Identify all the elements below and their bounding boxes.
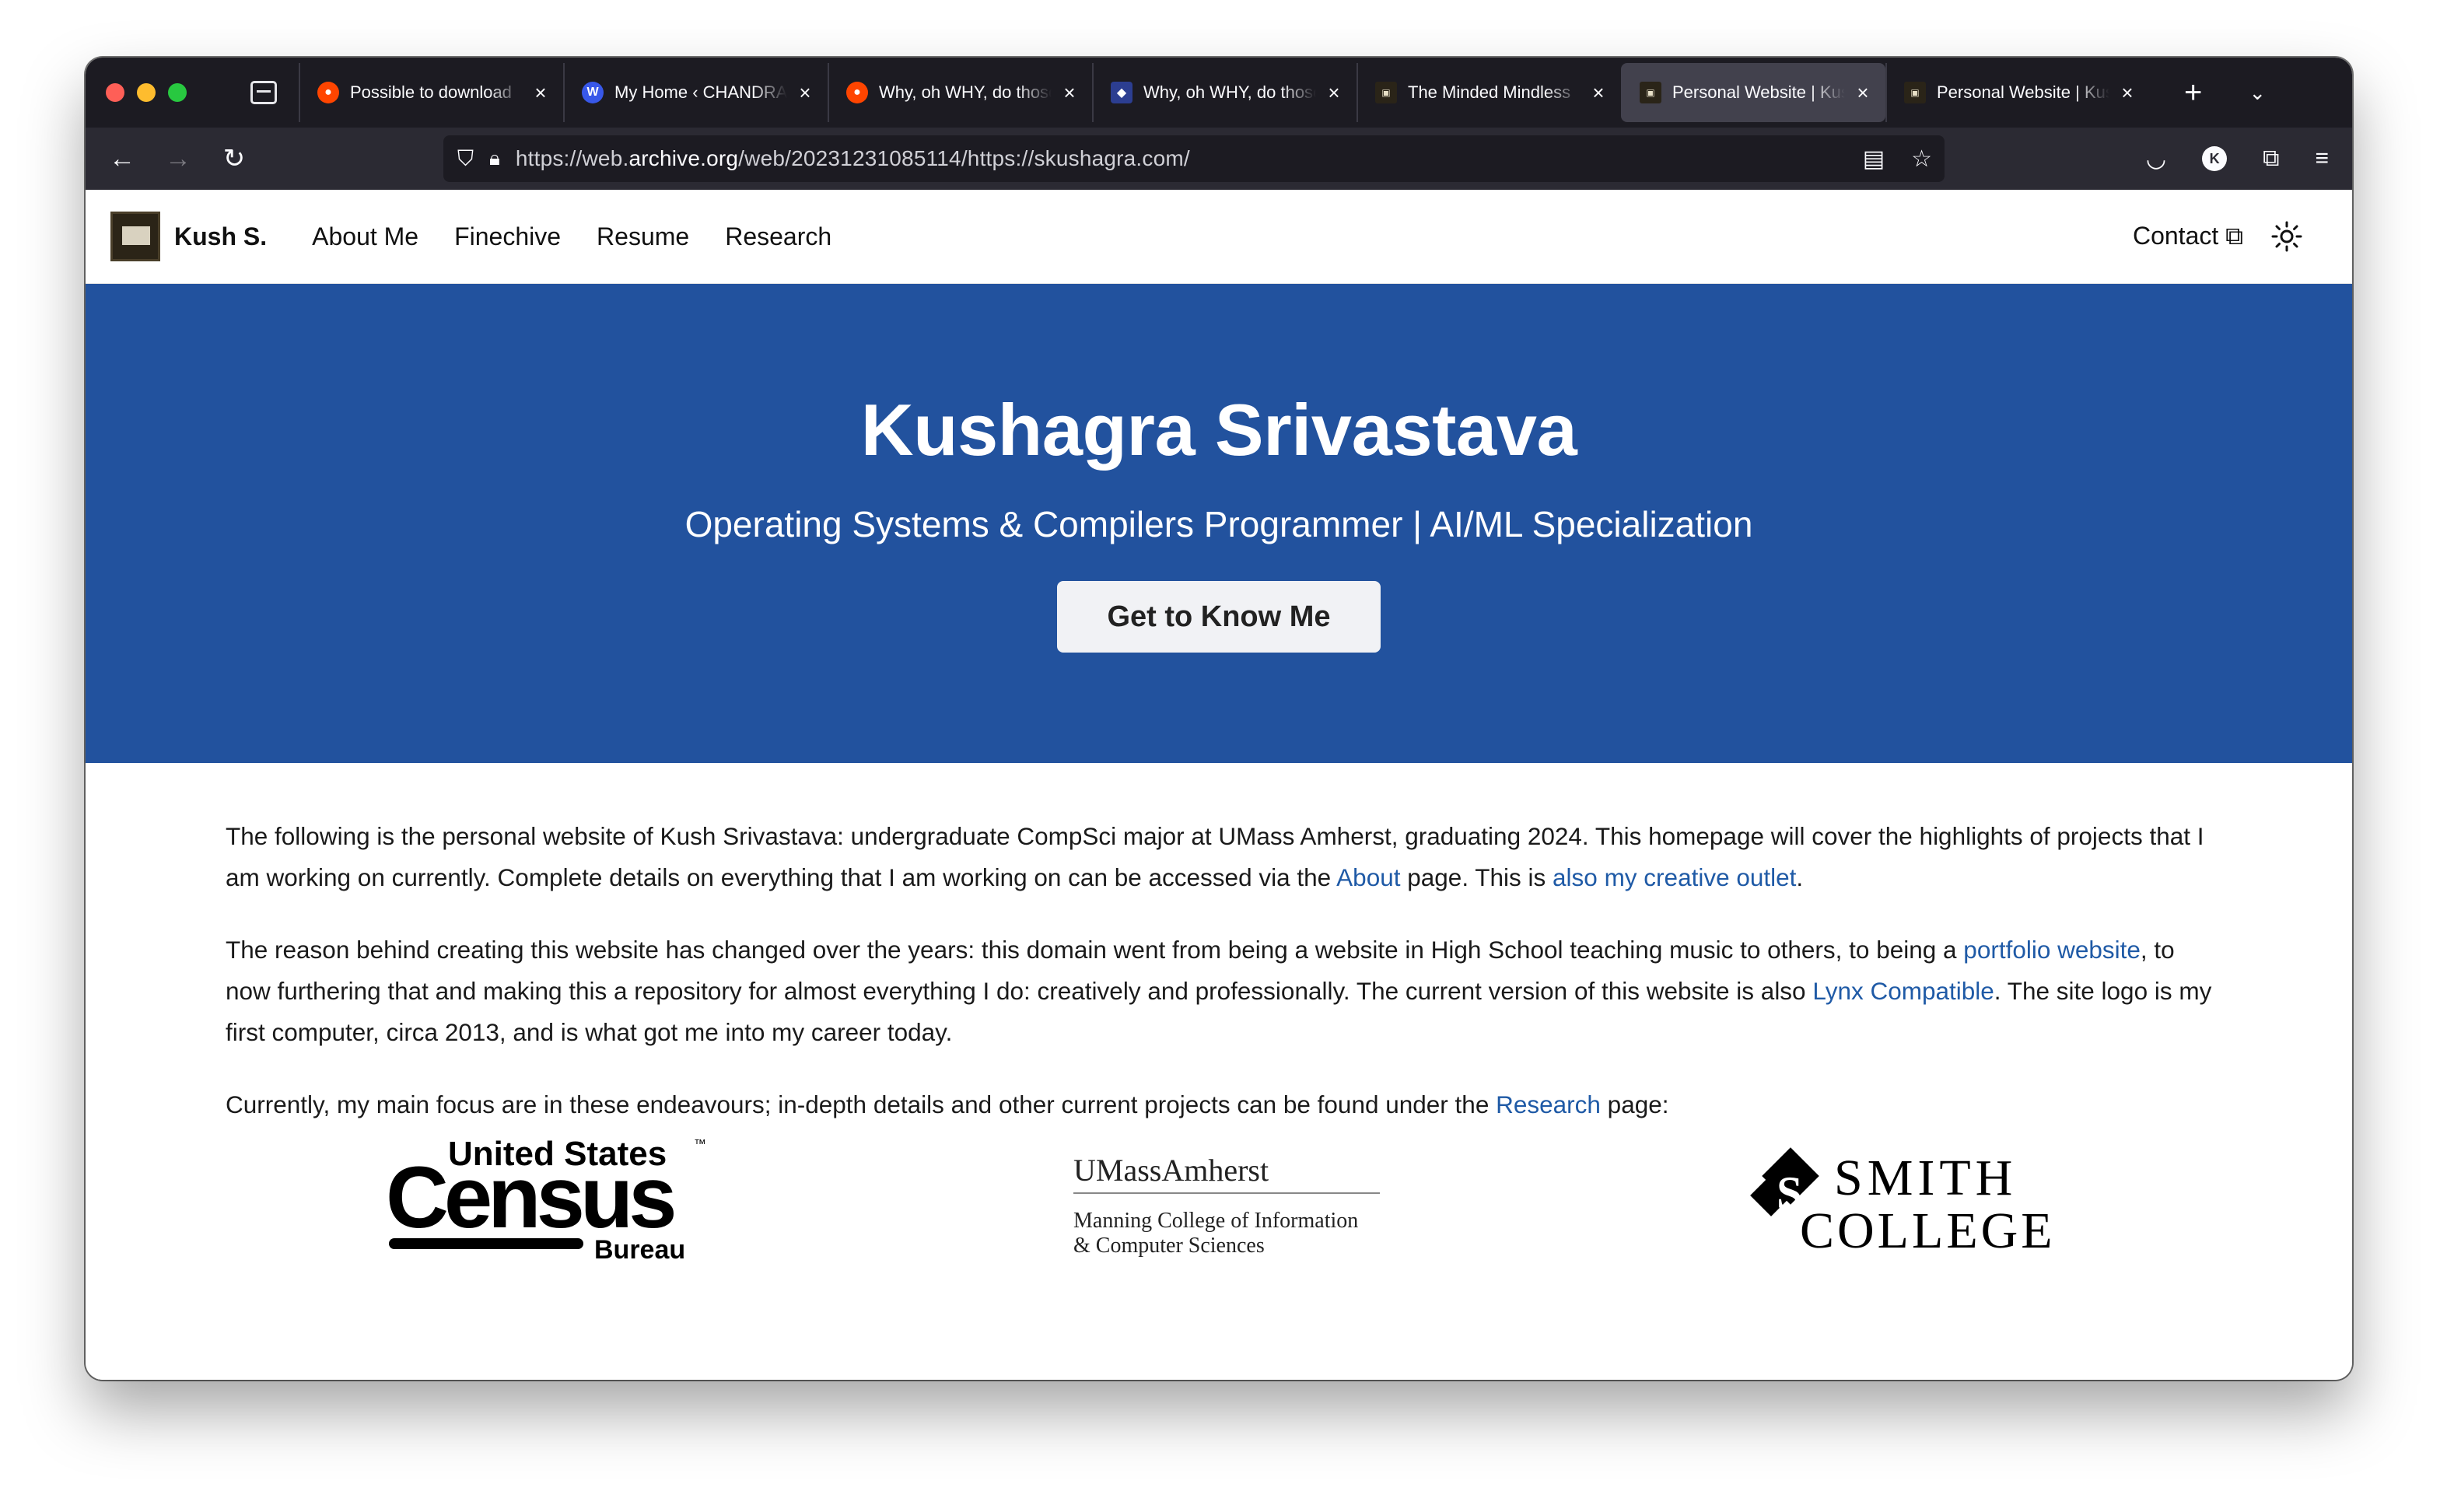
computer-icon: ▣ (1904, 82, 1926, 103)
forward-icon[interactable]: → (159, 144, 198, 174)
browser-window: ● Possible to download × W My Home ‹ CHA… (86, 58, 2352, 1380)
menu-item-finechive[interactable]: Finechive (454, 222, 561, 251)
shield-icon[interactable]: ⛉ (457, 146, 474, 172)
tab[interactable]: ▣ The Minded Mindless × (1357, 63, 1621, 122)
umass-line2-text: & Computer Sciences (1073, 1234, 1265, 1258)
focus-paragraph: Currently, my main focus are in these en… (226, 1090, 1669, 1118)
window-controls (106, 83, 187, 102)
tab[interactable]: ● Possible to download × (299, 63, 563, 122)
close-tab-icon[interactable]: × (530, 81, 551, 105)
lock-icon[interactable]: 🔒︎ (489, 146, 500, 171)
get-to-know-me-button[interactable]: Get to Know Me (1057, 581, 1381, 653)
menu-item-research[interactable]: Research (725, 222, 831, 251)
tab-active[interactable]: ▣ Personal Website | Kush × (1621, 63, 1885, 122)
account-avatar[interactable]: K (2202, 146, 2228, 171)
census-bureau-logo[interactable]: United States ™ Census Bureau (386, 1131, 712, 1271)
web-page: Kush S. About Me Finechive Resume Resear… (86, 190, 2352, 1380)
close-tab-icon[interactable]: × (1059, 81, 1080, 105)
research-link[interactable]: Research (1496, 1090, 1601, 1118)
close-tab-icon[interactable]: × (2117, 81, 2137, 105)
tabs-overview-icon[interactable] (250, 81, 277, 104)
creative-outlet-link[interactable]: also my creative outlet (1553, 863, 1796, 891)
reddit-icon: ● (846, 82, 868, 103)
close-tab-icon[interactable]: × (1853, 81, 1873, 105)
reddit-icon: ● (317, 82, 339, 103)
site-logo[interactable] (110, 212, 160, 261)
tab-list: ● Possible to download × W My Home ‹ CHA… (299, 58, 2150, 128)
hero-subtitle: Operating Systems & Compilers Programmer… (684, 504, 1753, 544)
external-link-icon: ⧉ (2225, 222, 2243, 250)
tab[interactable]: W My Home ‹ CHANDRA × (563, 63, 828, 122)
minimize-window-button[interactable] (137, 83, 156, 102)
tab-title: Possible to download (350, 82, 512, 102)
close-tab-icon[interactable]: × (795, 81, 815, 105)
reader-view-icon[interactable]: ▤ (1863, 145, 1885, 173)
menu-icon[interactable]: ≡ (2315, 145, 2329, 172)
tab-title: Personal Website | Kush (1672, 82, 1845, 102)
tab-title: Personal Website | Kush (1937, 82, 2109, 102)
census-main-text: Census (386, 1149, 674, 1246)
lynx-compatible-link[interactable]: Lynx Compatible (1812, 977, 1994, 1005)
affiliation-logos: United States ™ Census Bureau UMassAmher… (86, 1131, 2352, 1286)
site-brand[interactable]: Kush S. (174, 222, 267, 251)
tab[interactable]: ◆ Why, oh WHY, do those × (1092, 63, 1357, 122)
close-tab-icon[interactable]: × (1588, 81, 1609, 105)
extensions-icon[interactable]: ⧉ (2263, 145, 2279, 172)
close-window-button[interactable] (106, 83, 124, 102)
new-tab-icon[interactable]: + (2184, 75, 2202, 110)
smith-college-logo[interactable]: S SMITH COLLEGE (1747, 1146, 2074, 1263)
theme-toggle-sun-icon[interactable] (2271, 221, 2302, 252)
tab-strip: ● Possible to download × W My Home ‹ CHA… (86, 58, 2352, 128)
computer-icon: ▣ (1640, 82, 1661, 103)
contact-link[interactable]: Contact ⧉ (2133, 222, 2243, 251)
url-text[interactable]: https://web.archive.org/web/202312310851… (516, 146, 1190, 171)
smith-line2-text: COLLEGE (1800, 1202, 2056, 1259)
close-tab-icon[interactable]: × (1324, 81, 1344, 105)
navigation-toolbar: ← → ↻ ⛉ 🔒︎ https://web.archive.org/web/2… (86, 128, 2352, 190)
intro-paragraph: The following is the personal website of… (226, 822, 2204, 891)
address-bar[interactable]: ⛉ 🔒︎ https://web.archive.org/web/2023123… (443, 135, 1945, 182)
about-link[interactable]: About (1336, 863, 1400, 891)
umass-name-text: UMassAmherst (1073, 1153, 1269, 1188)
census-tm-text: ™ (694, 1138, 706, 1151)
tab-title: Why, oh WHY, do those (879, 82, 1052, 102)
back-icon[interactable]: ← (103, 144, 142, 174)
chevron-down-icon[interactable]: ⌄ (2249, 81, 2266, 105)
wordpress-icon: W (582, 82, 604, 103)
umass-line1-text: Manning College of Information (1073, 1209, 1358, 1233)
tab[interactable]: ● Why, oh WHY, do those × (828, 63, 1092, 122)
menu-item-resume[interactable]: Resume (597, 222, 689, 251)
tab-title: Why, oh WHY, do those (1143, 82, 1316, 102)
tab-title: The Minded Mindless (1408, 82, 1571, 102)
tab-title: My Home ‹ CHANDRA (614, 82, 787, 102)
bookmark-star-icon[interactable]: ☆ (1911, 145, 1932, 173)
site-icon: ◆ (1111, 82, 1132, 103)
site-menu: About Me Finechive Resume Research (312, 222, 831, 251)
computer-icon: ▣ (1375, 82, 1397, 103)
smith-line1-text: SMITH (1834, 1150, 2017, 1206)
site-header: Kush S. About Me Finechive Resume Resear… (86, 190, 2352, 284)
zoom-window-button[interactable] (168, 83, 187, 102)
reason-paragraph: The reason behind creating this website … (226, 936, 2212, 1046)
reload-icon[interactable]: ↻ (215, 143, 254, 174)
svg-text:S: S (1777, 1167, 1802, 1219)
menu-item-about-me[interactable]: About Me (312, 222, 418, 251)
pocket-icon[interactable]: ◡ (2146, 145, 2166, 173)
portfolio-website-link[interactable]: portfolio website (1963, 936, 2141, 964)
intro-content: The following is the personal website of… (86, 763, 2352, 1125)
census-bottom-text: Bureau (594, 1235, 685, 1265)
tab[interactable]: ▣ Personal Website | Kush × (1885, 63, 2150, 122)
hero-section: Kushagra Srivastava Operating Systems & … (86, 284, 2352, 763)
umass-amherst-logo[interactable]: UMassAmherst Manning College of Informat… (1066, 1142, 1392, 1266)
hero-title: Kushagra Srivastava (860, 389, 1577, 471)
